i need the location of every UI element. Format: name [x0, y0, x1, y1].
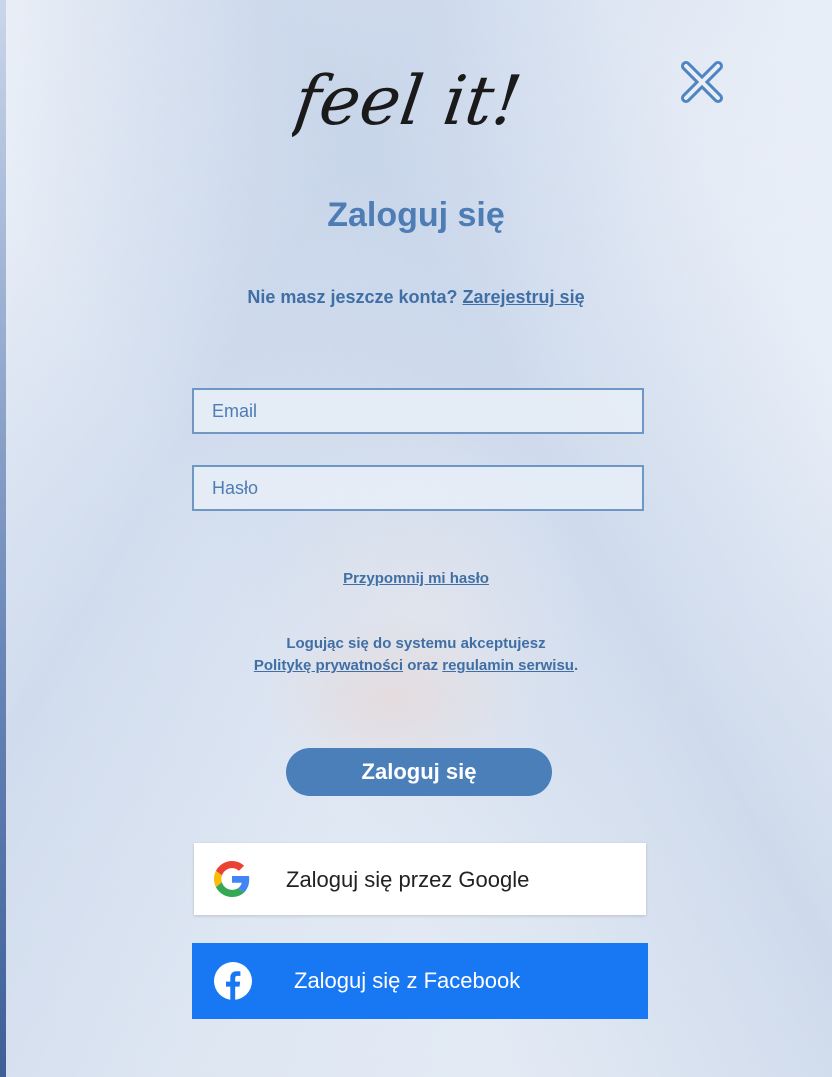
close-x-icon — [681, 61, 723, 103]
policy-notice: Logując się do systemu akceptujesz Polit… — [0, 633, 832, 677]
privacy-policy-link[interactable]: Politykę prywatności — [254, 657, 403, 674]
email-field[interactable] — [192, 388, 644, 434]
remind-password: Przypomnij mi hasło — [0, 570, 832, 587]
terms-link[interactable]: regulamin serwisu — [442, 657, 574, 674]
policy-line-1: Logując się do systemu akceptujesz — [286, 635, 546, 652]
remind-password-link[interactable]: Przypomnij mi hasło — [343, 570, 489, 587]
google-icon — [214, 861, 250, 897]
logo-text: feel it! — [292, 62, 526, 141]
facebook-login-button[interactable]: Zaloguj się z Facebook — [192, 943, 648, 1019]
policy-line-2: Politykę prywatności oraz regulamin serw… — [0, 655, 832, 677]
register-link[interactable]: Zarejestruj się — [463, 287, 585, 307]
close-button[interactable] — [676, 56, 728, 108]
feel-it-logo: feel it! — [292, 62, 526, 141]
signup-prompt: Nie masz jeszcze konta? Zarejestruj się — [0, 287, 832, 308]
google-login-label: Zaloguj się przez Google — [286, 867, 530, 892]
policy-conjunction: oraz — [407, 657, 439, 674]
facebook-login-label: Zaloguj się z Facebook — [294, 968, 521, 993]
page-title: Zaloguj się — [327, 196, 505, 234]
left-edge-strip — [0, 0, 6, 1077]
signup-prompt-text: Nie masz jeszcze konta? — [247, 287, 458, 307]
password-field[interactable] — [192, 465, 644, 511]
google-login-button[interactable]: Zaloguj się przez Google — [194, 843, 646, 915]
login-button[interactable]: Zaloguj się — [286, 748, 552, 796]
policy-end: . — [573, 657, 579, 674]
facebook-icon — [214, 962, 252, 1000]
